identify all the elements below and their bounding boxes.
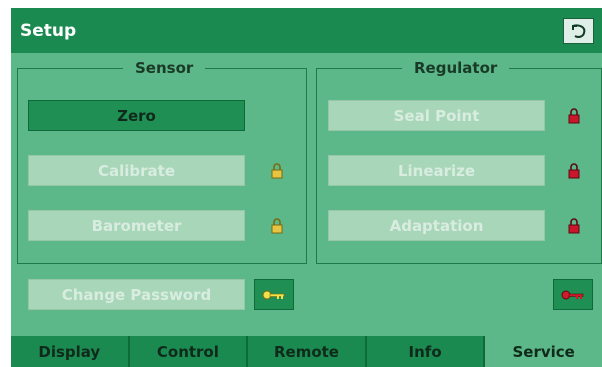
lock-icon <box>568 218 580 234</box>
lock-icon <box>568 163 580 179</box>
lock-icon <box>568 108 580 124</box>
screen: Setup Sensor Zero Calibrate Barometer Re… <box>0 0 602 367</box>
back-button[interactable] <box>563 18 594 44</box>
lock-icon <box>271 163 283 179</box>
remove-password-button[interactable] <box>553 279 593 310</box>
tab-control[interactable]: Control <box>129 336 249 367</box>
page-title: Setup <box>20 21 77 41</box>
seal-point-button[interactable]: Seal Point <box>328 100 545 131</box>
zero-button[interactable]: Zero <box>28 100 245 131</box>
lock-icon <box>271 218 283 234</box>
barometer-button[interactable]: Barometer <box>28 210 245 241</box>
tab-display[interactable]: Display <box>11 336 130 367</box>
calibrate-button[interactable]: Calibrate <box>28 155 245 186</box>
undo-arrow-icon <box>571 24 585 38</box>
regulator-legend: Regulator <box>402 59 510 77</box>
title-bar: Setup <box>11 8 602 53</box>
linearize-button[interactable]: Linearize <box>328 155 545 186</box>
tab-bar: Display Control Remote Info Service <box>11 336 602 367</box>
setup-panel: Setup Sensor Zero Calibrate Barometer Re… <box>11 8 602 367</box>
tab-remote[interactable]: Remote <box>248 336 367 367</box>
tab-info[interactable]: Info <box>366 336 486 367</box>
key-icon <box>262 290 285 299</box>
sensor-legend: Sensor <box>123 59 206 77</box>
key-icon <box>561 290 584 299</box>
enter-password-button[interactable] <box>254 279 294 310</box>
change-password-button[interactable]: Change Password <box>28 279 245 310</box>
adaptation-button[interactable]: Adaptation <box>328 210 545 241</box>
tab-service[interactable]: Service <box>485 336 602 367</box>
